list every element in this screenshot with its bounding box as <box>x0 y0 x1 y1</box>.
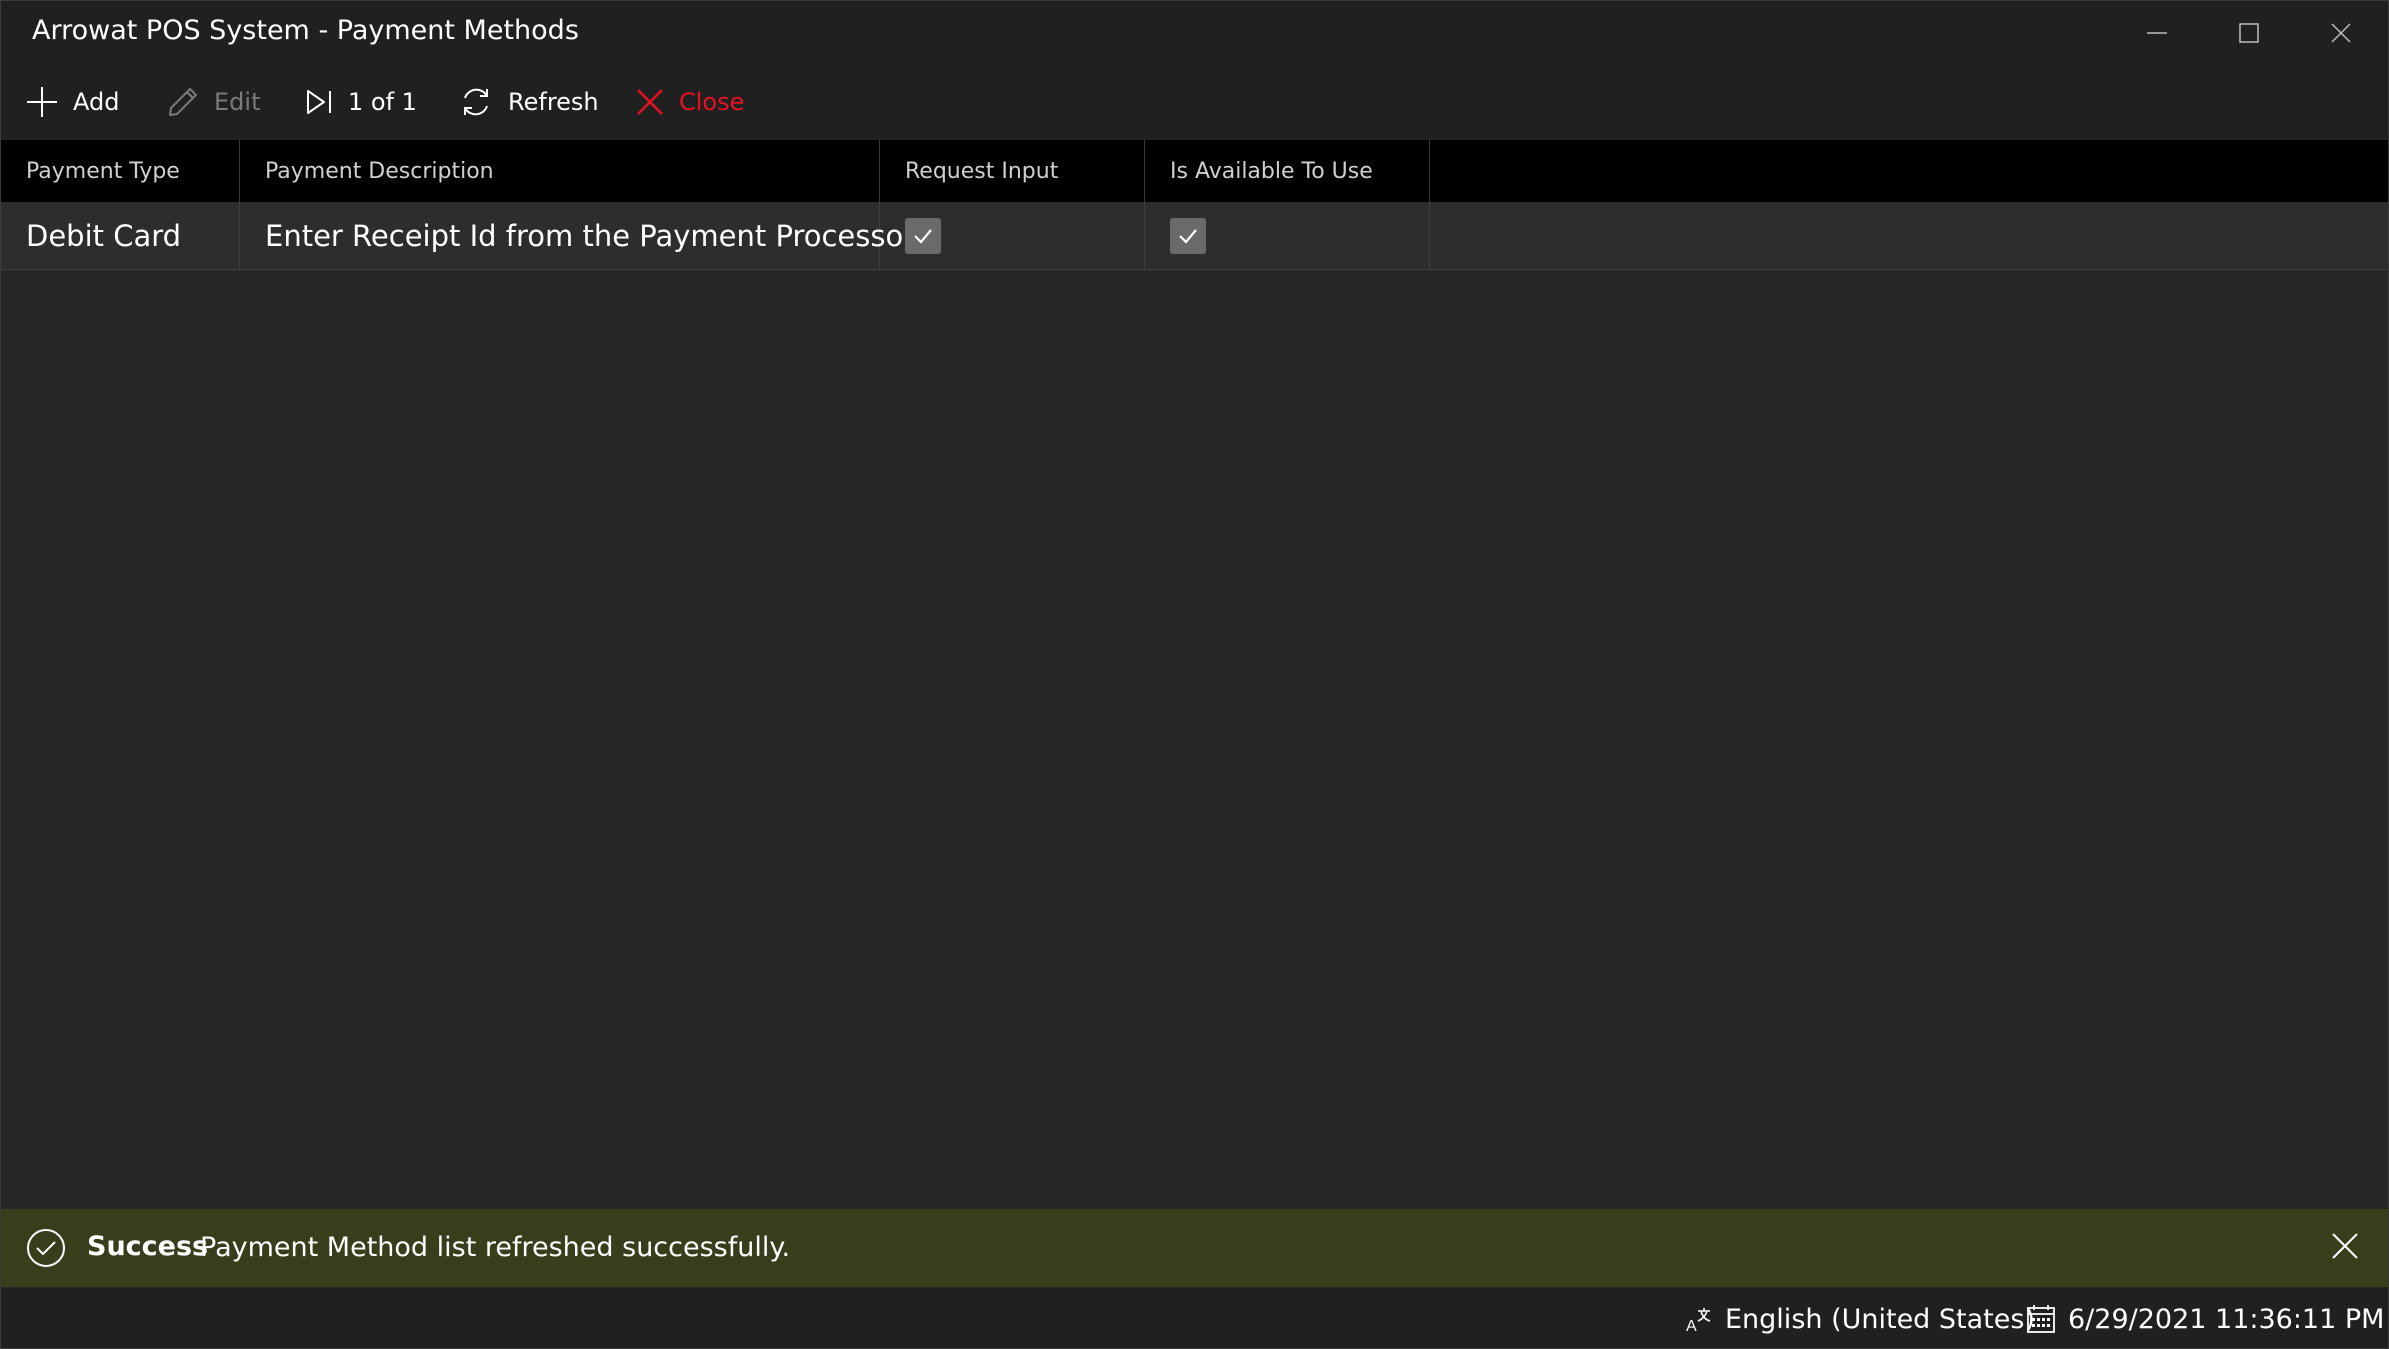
checkmark-icon <box>914 228 932 244</box>
cell-payment-description: Enter Receipt Id from the Payment Proces… <box>240 202 915 269</box>
language-status: A English (United States) <box>1685 1302 2035 1336</box>
refresh-button[interactable]: Refresh <box>458 81 599 123</box>
close-button[interactable]: Close <box>635 81 744 123</box>
page-navigator-button[interactable]: 1 of 1 <box>304 81 417 123</box>
page-indicator: 1 of 1 <box>348 88 417 116</box>
app-window: Arrowat POS System - Payment Methods Add… <box>0 0 2389 1349</box>
close-label: Close <box>679 88 745 116</box>
skip-to-end-icon <box>307 90 331 114</box>
minimize-button[interactable] <box>2111 1 2203 65</box>
add-button[interactable]: Add <box>25 81 119 123</box>
cell-request-input <box>880 202 1145 269</box>
plus-icon <box>27 87 57 117</box>
window-title: Arrowat POS System - Payment Methods <box>32 15 579 46</box>
dismiss-notification-icon[interactable] <box>2330 1231 2360 1261</box>
pencil-icon <box>169 88 197 116</box>
language-icon: A <box>1686 1308 1711 1333</box>
column-header-request-input[interactable]: Request Input <box>880 140 1145 202</box>
add-label: Add <box>73 88 120 116</box>
check-circle-icon <box>27 1229 65 1267</box>
refresh-label: Refresh <box>508 88 599 116</box>
svg-text:A: A <box>1686 1318 1697 1333</box>
request-input-checkbox[interactable] <box>905 217 941 254</box>
calendar-icon <box>2027 1305 2055 1333</box>
maximize-icon <box>2239 23 2259 43</box>
is-available-checkbox[interactable] <box>1170 217 1206 254</box>
cell-is-available <box>1145 202 1430 269</box>
notification-message: Payment Method list refreshed successful… <box>200 1232 791 1263</box>
close-x-icon <box>637 89 663 115</box>
grid-header: Payment Type Payment Description Request… <box>1 140 2388 202</box>
checkmark-icon <box>1179 228 1197 244</box>
close-icon <box>2331 23 2351 43</box>
column-header-payment-description[interactable]: Payment Description <box>240 140 880 202</box>
refresh-icon <box>464 88 488 116</box>
datetime-status: 6/29/2021 11:36:11 PM <box>2026 1302 2384 1336</box>
cell-payment-type: Debit Card <box>1 202 240 269</box>
notification-bar: Success Payment Method list refreshed su… <box>1 1209 2388 1287</box>
notification-title: Success <box>87 1231 209 1262</box>
column-header-payment-type[interactable]: Payment Type <box>1 140 240 202</box>
status-bar: A English (United States) 6/29/2021 11:3… <box>1 1288 2388 1348</box>
minimize-icon <box>2147 32 2167 34</box>
language-label: English (United States) <box>1725 1303 2035 1335</box>
edit-button[interactable]: Edit <box>166 81 260 123</box>
toolbar: Add Edit 1 of 1 Refresh Close <box>1 65 2388 139</box>
title-bar: Arrowat POS System - Payment Methods <box>1 1 2388 65</box>
window-close-button[interactable] <box>2295 1 2387 65</box>
table-row[interactable]: Debit Card Enter Receipt Id from the Pay… <box>1 202 2388 270</box>
datetime-label: 6/29/2021 11:36:11 PM <box>2068 1303 2385 1335</box>
edit-label: Edit <box>214 88 261 116</box>
column-header-is-available[interactable]: Is Available To Use <box>1145 140 1430 202</box>
maximize-button[interactable] <box>2203 1 2295 65</box>
